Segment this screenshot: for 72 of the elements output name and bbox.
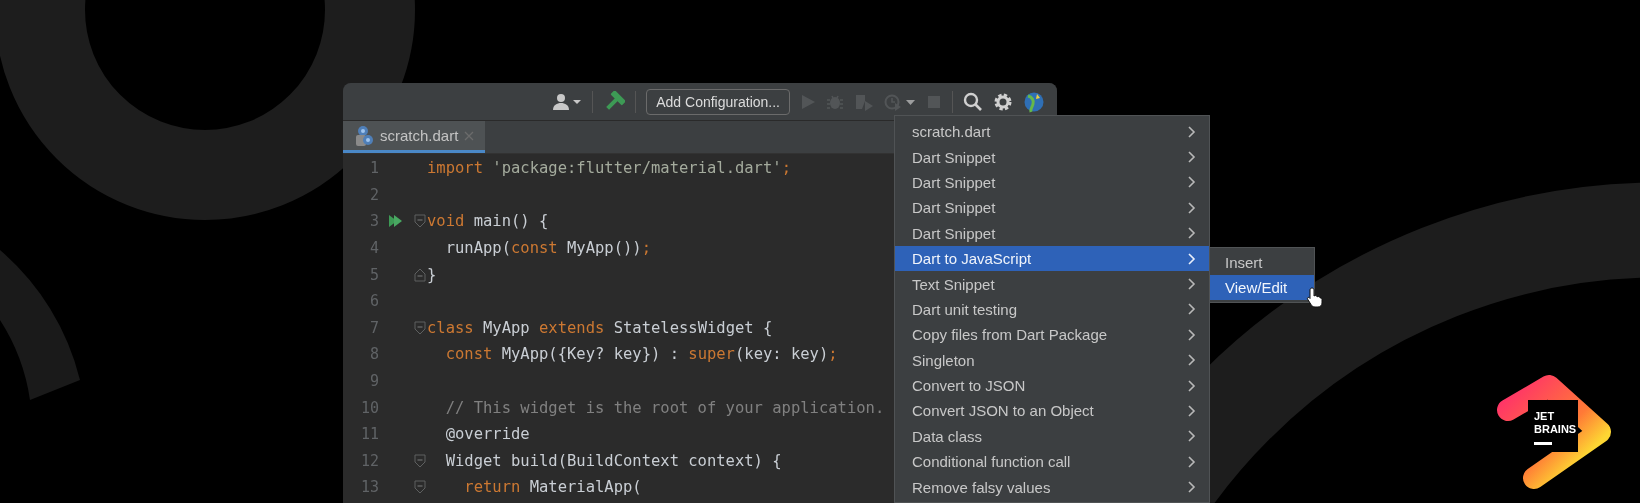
line-number: 10 [359, 398, 379, 417]
line-number: 4 [368, 239, 379, 258]
menu-item[interactable]: Dart to JavaScript [895, 245, 1209, 272]
menu-item[interactable]: Dart Snippet [895, 144, 1209, 170]
close-icon[interactable] [463, 129, 476, 142]
menu-item[interactable]: Remove falsy values [895, 474, 1209, 500]
code-line: const MyApp({Key? key}) : super(key: key); [444, 345, 838, 364]
menu-item[interactable]: Convert to JSON [895, 372, 1209, 399]
line-number: 11 [359, 425, 379, 444]
dart-file-icon [355, 124, 375, 147]
menu-item[interactable]: Dart Snippet [895, 169, 1209, 196]
line-number: 6 [368, 292, 379, 311]
code-line: class MyApp extends StatelessWidget { [427, 318, 773, 337]
chevron-right-icon [1187, 175, 1197, 190]
menu-item[interactable]: Conditional function call [895, 449, 1209, 475]
globe-icon[interactable] [1023, 90, 1045, 113]
chevron-right-icon [1187, 251, 1197, 266]
search-icon[interactable] [963, 91, 983, 112]
fold-icon[interactable] [414, 267, 426, 282]
settings-icon[interactable] [993, 91, 1013, 112]
logo-text: JET BRAINS [1534, 410, 1577, 436]
code-line: return MaterialApp( [463, 478, 642, 497]
code-line: } [427, 265, 437, 284]
menu-item[interactable]: Singleton [895, 347, 1209, 373]
menu-item[interactable]: scratch.dart [895, 119, 1209, 145]
line-number: 8 [368, 345, 379, 364]
line-number: 12 [359, 451, 379, 470]
fold-icon[interactable] [414, 214, 426, 229]
chevron-right-icon [1187, 378, 1197, 393]
line-number: 1 [368, 159, 379, 178]
chevron-right-icon [1187, 277, 1197, 292]
chevron-right-icon [1187, 353, 1197, 368]
menu-item[interactable]: Data class [895, 423, 1209, 450]
editor-tab[interactable]: scratch.dart [343, 121, 486, 153]
code-line: void main() { [427, 212, 549, 231]
run-gutter-icon[interactable] [388, 214, 404, 229]
code-line: @override [444, 425, 530, 444]
chevron-right-icon [1187, 327, 1197, 342]
line-number: 13 [359, 478, 379, 497]
logo-bar [1534, 442, 1552, 445]
code-line: Widget build(BuildContext context) { [444, 451, 782, 470]
chevron-right-icon [1187, 480, 1197, 495]
menu-item[interactable]: Dart Snippet [895, 220, 1209, 246]
code-line: runApp(const MyApp()); [444, 239, 651, 258]
menu-item[interactable]: Convert JSON to an Object [895, 398, 1209, 424]
menu-item[interactable]: Insert [1210, 250, 1314, 275]
menu-item[interactable]: View/Edit [1210, 275, 1314, 300]
line-number: 3 [368, 212, 379, 231]
line-number: 2 [368, 185, 379, 204]
chevron-right-icon [1187, 150, 1197, 165]
add-configuration-button[interactable]: Add Configuration... [646, 88, 790, 115]
chevron-right-icon [1187, 429, 1197, 444]
fold-icon[interactable] [414, 480, 426, 495]
line-number: 5 [368, 265, 379, 284]
fold-icon[interactable] [414, 453, 426, 468]
chevron-right-icon [1187, 454, 1197, 469]
fold-icon[interactable] [414, 320, 426, 335]
chevron-right-icon [1187, 200, 1197, 215]
line-number: 7 [368, 318, 379, 337]
code-line: // This widget is the root of your application. [444, 398, 885, 417]
menu-item[interactable]: Dart Snippet [895, 195, 1209, 221]
menu-item[interactable]: Copy files from Dart Package [895, 322, 1209, 348]
chevron-right-icon [1187, 124, 1197, 139]
chevron-right-icon [1187, 302, 1197, 317]
line-number: 9 [368, 372, 379, 391]
hand-cursor-icon [1306, 286, 1324, 308]
menu-item[interactable]: Text Snippet [895, 271, 1209, 297]
chevron-right-icon [1187, 404, 1197, 418]
menu-item[interactable]: Dart unit testing [895, 296, 1209, 323]
user-icon[interactable] [552, 92, 583, 111]
chevron-right-icon [1187, 226, 1197, 241]
code-line: import 'package:flutter/material.dart'; [427, 159, 791, 178]
